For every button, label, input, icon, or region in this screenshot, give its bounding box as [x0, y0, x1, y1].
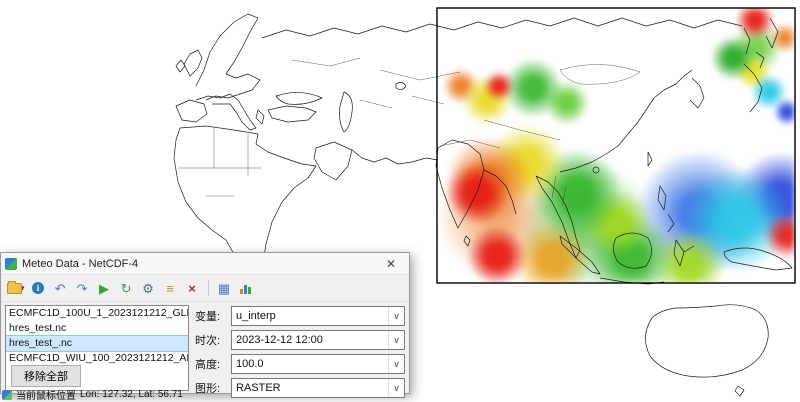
raster-layer	[437, 8, 795, 283]
run-icon: ▶	[99, 282, 109, 295]
time-label: 时次:	[195, 332, 227, 348]
chevron-down-icon[interactable]: ∨	[388, 379, 404, 397]
dialog-toolbar: ▾ i ↶ ↷ ▶ ↻ ⚙ ≡ × ▦	[1, 275, 409, 302]
plot-type-value: RASTER	[232, 382, 388, 394]
meteo-data-dialog: Meteo Data - NetCDF-4 ✕ ▾ i ↶ ↷ ▶ ↻ ⚙ ≡ …	[0, 252, 410, 394]
list-button[interactable]: ≡	[161, 278, 180, 298]
level-select[interactable]: 100.0 ∨	[231, 354, 405, 374]
grid-icon: ▦	[218, 282, 230, 295]
file-list-item[interactable]: ECMFC1D_WIU_100_2023121212_ANEA_1.grib1	[6, 351, 188, 366]
dialog-titlebar[interactable]: Meteo Data - NetCDF-4 ✕	[1, 253, 409, 275]
undo-button[interactable]: ↶	[51, 278, 70, 298]
chart-button[interactable]	[237, 278, 256, 298]
refresh-icon: ↻	[121, 282, 132, 295]
app-icon	[5, 258, 17, 270]
variable-value: u_interp	[232, 310, 388, 322]
chevron-down-icon[interactable]: ∨	[388, 307, 404, 325]
parameter-form: 变量: u_interp ∨ 时次: 2023-12-12 12:00 ∨ 高度…	[195, 305, 405, 398]
settings-button[interactable]: ⚙	[139, 278, 158, 298]
plot-type-select[interactable]: RASTER ∨	[231, 378, 405, 398]
file-list-item-selected[interactable]: hres_test_.nc	[6, 336, 188, 351]
remove-all-button[interactable]: 移除全部	[11, 365, 81, 387]
redo-button[interactable]: ↷	[73, 278, 92, 298]
time-value: 2023-12-12 12:00	[232, 334, 388, 346]
redo-icon: ↷	[77, 282, 88, 295]
variable-label: 变量:	[195, 308, 227, 324]
settings-icon: ⚙	[142, 282, 154, 295]
undo-icon: ↶	[55, 282, 66, 295]
close-red-icon: ×	[188, 282, 196, 295]
file-list-item[interactable]: ECMFC1D_100U_1_2023121212_GLB_1.grib1	[6, 306, 188, 321]
open-folder-button[interactable]: ▾	[6, 278, 26, 298]
open-folder-icon	[7, 283, 22, 294]
plot-type-label: 图形:	[195, 380, 227, 396]
toolbar-separator	[208, 280, 209, 296]
list-icon: ≡	[166, 282, 174, 295]
info-button[interactable]: i	[29, 278, 48, 298]
level-label: 高度:	[195, 356, 227, 372]
variable-select[interactable]: u_interp ∨	[231, 306, 405, 326]
remove-file-button[interactable]: ×	[183, 278, 202, 298]
level-value: 100.0	[232, 358, 388, 370]
chart-icon	[240, 283, 252, 294]
chevron-down-icon[interactable]: ∨	[388, 331, 404, 349]
chevron-down-icon[interactable]: ∨	[388, 355, 404, 373]
run-button[interactable]: ▶	[95, 278, 114, 298]
time-select[interactable]: 2023-12-12 12:00 ∨	[231, 330, 405, 350]
dialog-title: Meteo Data - NetCDF-4	[22, 258, 377, 270]
status-map-icon	[2, 390, 12, 400]
refresh-button[interactable]: ↻	[117, 278, 136, 298]
file-list-item[interactable]: hres_test.nc	[6, 321, 188, 336]
info-icon: i	[32, 282, 44, 294]
grid-button[interactable]: ▦	[215, 278, 234, 298]
status-coords: Lon: 127.32, Lat: 56.71	[80, 389, 183, 400]
close-button[interactable]: ✕	[377, 254, 405, 273]
raster-paint	[437, 8, 795, 283]
